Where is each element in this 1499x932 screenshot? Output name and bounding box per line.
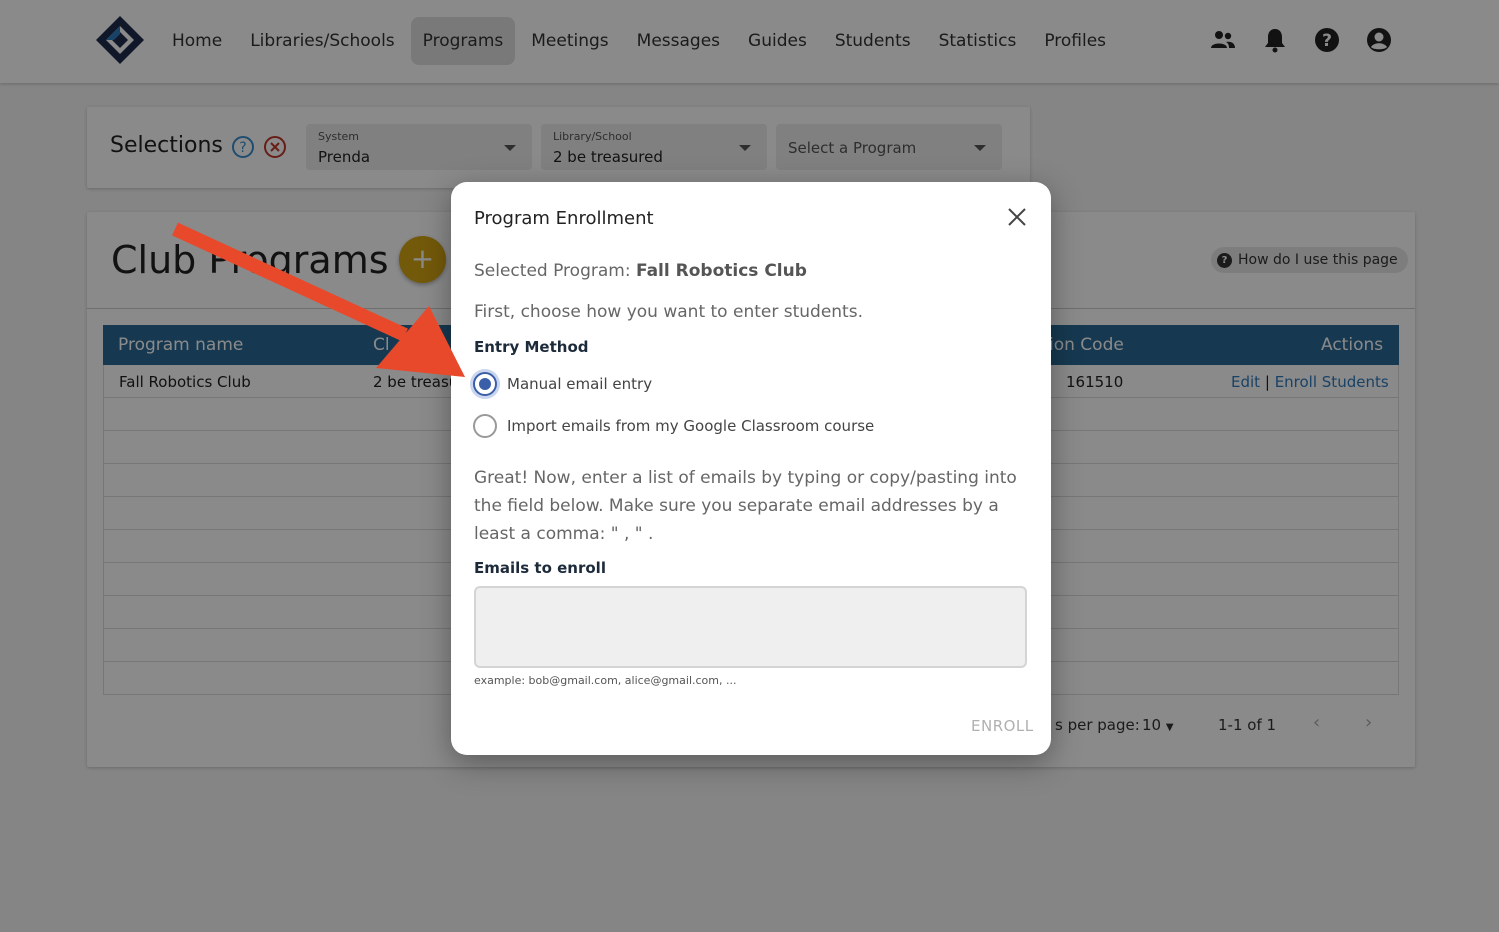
selected-program-name: Fall Robotics Club	[635, 261, 807, 281]
radio-button[interactable]	[473, 414, 497, 438]
radio-manual-email-label: Manual email entry	[507, 375, 653, 393]
radio-manual-email[interactable]: Manual email entry	[473, 372, 652, 396]
dialog-title: Program Enrollment	[474, 208, 654, 229]
emails-input[interactable]	[474, 586, 1027, 668]
program-enrollment-dialog: Program Enrollment Selected Program: Fal…	[451, 182, 1051, 755]
emails-hint: example: bob@gmail.com, alice@gmail.com,…	[474, 674, 737, 687]
entry-instructions: First, choose how you want to enter stud…	[474, 302, 863, 322]
radio-button-selected[interactable]	[473, 372, 497, 396]
selected-program-line: Selected Program: Fall Robotics Club	[474, 261, 807, 281]
entry-method-label: Entry Method	[474, 338, 589, 356]
radio-google-classroom-label: Import emails from my Google Classroom c…	[507, 417, 875, 435]
email-instructions: Great! Now, enter a list of emails by ty…	[474, 468, 1017, 544]
emails-to-enroll-label: Emails to enroll	[474, 559, 606, 577]
radio-google-classroom[interactable]: Import emails from my Google Classroom c…	[473, 414, 874, 438]
enroll-button[interactable]: ENROLL	[971, 717, 1034, 735]
close-icon[interactable]	[1004, 204, 1030, 230]
selected-program-prefix: Selected Program:	[474, 261, 636, 281]
